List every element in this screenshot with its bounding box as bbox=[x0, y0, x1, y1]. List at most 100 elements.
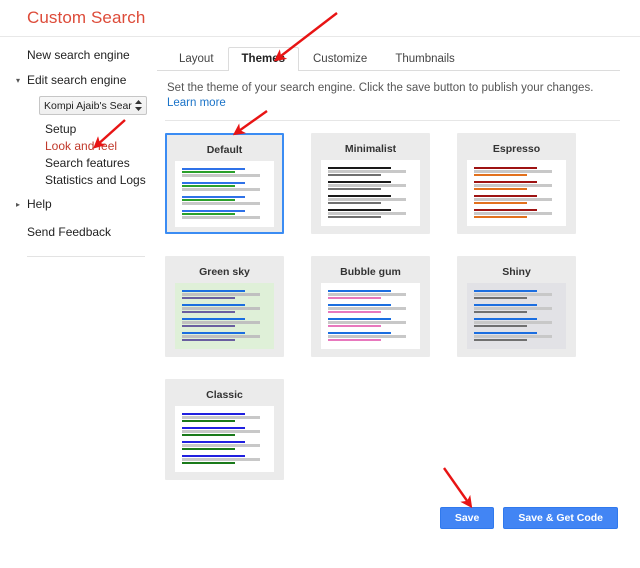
theme-card-bubble-gum[interactable]: Bubble gum bbox=[311, 256, 430, 357]
theme-preview-bar bbox=[328, 321, 407, 324]
theme-preview-line bbox=[182, 441, 245, 443]
tab-bar: Layout Themes Customize Thumbnails bbox=[157, 46, 620, 71]
theme-preview bbox=[321, 283, 420, 349]
tab-thumbnails[interactable]: Thumbnails bbox=[381, 47, 468, 71]
theme-preview-line bbox=[182, 185, 235, 187]
theme-preview-result bbox=[182, 427, 267, 437]
theme-preview-bar bbox=[182, 321, 261, 324]
theme-preview-line bbox=[182, 199, 235, 201]
theme-preview-result bbox=[474, 209, 559, 219]
search-engine-select-value: Kompi Ajaib's Sear bbox=[44, 99, 132, 112]
theme-preview-line bbox=[328, 290, 391, 292]
theme-preview-result bbox=[474, 181, 559, 191]
theme-preview-result bbox=[474, 304, 559, 314]
theme-preview-line bbox=[182, 210, 245, 212]
tab-themes[interactable]: Themes bbox=[227, 47, 299, 71]
theme-card-label: Shiny bbox=[502, 266, 531, 278]
theme-preview-line bbox=[182, 304, 245, 306]
theme-card-label: Green sky bbox=[199, 266, 250, 278]
theme-preview bbox=[467, 160, 566, 226]
theme-preview-bar bbox=[474, 198, 553, 201]
theme-preview bbox=[175, 161, 274, 227]
sidebar-item-new-search-engine[interactable]: New search engine bbox=[27, 46, 150, 65]
theme-preview-bar bbox=[182, 444, 261, 447]
theme-preview-result bbox=[328, 290, 413, 300]
theme-preview-line bbox=[182, 413, 245, 415]
theme-card-espresso[interactable]: Espresso bbox=[457, 133, 576, 234]
theme-preview-result bbox=[328, 318, 413, 328]
theme-card-label: Bubble gum bbox=[340, 266, 401, 278]
theme-preview-line bbox=[474, 290, 537, 292]
theme-preview-line bbox=[474, 174, 527, 176]
theme-preview-line bbox=[474, 339, 527, 341]
sidebar-subnav: Setup Look and feel Search features Stat… bbox=[45, 121, 150, 189]
sidebar-item-edit-search-engine-label: Edit search engine bbox=[27, 73, 127, 87]
sidebar-divider bbox=[27, 256, 145, 257]
theme-card-label: Classic bbox=[206, 389, 243, 401]
theme-preview-bar bbox=[182, 293, 261, 296]
theme-preview-line bbox=[328, 209, 391, 211]
theme-preview-bar bbox=[182, 202, 261, 205]
search-engine-select[interactable]: Kompi Ajaib's Sear bbox=[39, 96, 147, 115]
header-divider bbox=[0, 36, 640, 37]
sidebar-item-edit-search-engine[interactable]: Edit search engine bbox=[27, 71, 150, 90]
theme-preview-bar bbox=[474, 321, 553, 324]
theme-preview-result bbox=[474, 195, 559, 205]
theme-preview-bar bbox=[182, 216, 261, 219]
theme-preview-result bbox=[328, 167, 413, 177]
theme-preview bbox=[467, 283, 566, 349]
theme-preview-bar bbox=[474, 212, 553, 215]
theme-preview-bar bbox=[474, 184, 553, 187]
theme-preview-line bbox=[328, 297, 381, 299]
sidebar-item-send-feedback[interactable]: Send Feedback bbox=[27, 223, 150, 242]
theme-preview-bar bbox=[182, 430, 261, 433]
theme-preview-line bbox=[182, 434, 235, 436]
save-button[interactable]: Save bbox=[439, 507, 495, 529]
theme-preview-result bbox=[182, 441, 267, 451]
theme-preview bbox=[321, 160, 420, 226]
theme-preview-bar bbox=[328, 184, 407, 187]
tab-customize[interactable]: Customize bbox=[299, 47, 381, 71]
theme-preview-bar bbox=[328, 293, 407, 296]
theme-preview bbox=[175, 406, 274, 472]
theme-preview-line bbox=[182, 318, 245, 320]
sidebar-item-statistics-and-logs[interactable]: Statistics and Logs bbox=[45, 172, 150, 189]
chevron-right-icon[interactable] bbox=[16, 195, 27, 214]
theme-preview-line bbox=[328, 318, 391, 320]
theme-preview-line bbox=[474, 188, 527, 190]
theme-preview-bar bbox=[182, 335, 261, 338]
save-and-get-code-button[interactable]: Save & Get Code bbox=[503, 507, 618, 529]
theme-preview-line bbox=[474, 202, 527, 204]
theme-preview-bar bbox=[182, 174, 261, 177]
theme-card-label: Default bbox=[206, 144, 243, 156]
theme-preview-result bbox=[182, 290, 267, 300]
theme-preview-bar bbox=[182, 416, 261, 419]
theme-preview-line bbox=[182, 448, 235, 450]
sidebar-item-setup[interactable]: Setup bbox=[45, 121, 150, 138]
sidebar-item-help-label: Help bbox=[27, 197, 52, 211]
theme-preview-line bbox=[328, 181, 391, 183]
theme-card-label: Espresso bbox=[492, 143, 541, 155]
theme-card-default[interactable]: Default bbox=[165, 133, 284, 234]
learn-more-link[interactable]: Learn more bbox=[167, 97, 226, 109]
theme-preview-result bbox=[182, 413, 267, 423]
sidebar-item-search-features[interactable]: Search features bbox=[45, 155, 150, 172]
theme-card-shiny[interactable]: Shiny bbox=[457, 256, 576, 357]
theme-preview-result bbox=[182, 196, 267, 206]
tab-layout[interactable]: Layout bbox=[165, 47, 228, 71]
theme-preview-line bbox=[474, 318, 537, 320]
theme-preview bbox=[175, 283, 274, 349]
theme-card-green-sky[interactable]: Green sky bbox=[165, 256, 284, 357]
chevron-down-icon[interactable] bbox=[16, 71, 27, 90]
theme-card-minimalist[interactable]: Minimalist bbox=[311, 133, 430, 234]
theme-preview-result bbox=[328, 209, 413, 219]
theme-preview-line bbox=[474, 195, 537, 197]
theme-preview-line bbox=[182, 168, 245, 170]
theme-preview-line bbox=[182, 297, 235, 299]
theme-preview-line bbox=[182, 196, 245, 198]
theme-preview-line bbox=[474, 311, 527, 313]
theme-preview-line bbox=[474, 216, 527, 218]
theme-card-classic[interactable]: Classic bbox=[165, 379, 284, 480]
sidebar-item-look-and-feel[interactable]: Look and feel bbox=[45, 138, 150, 155]
sidebar-item-help[interactable]: Help bbox=[27, 195, 150, 214]
